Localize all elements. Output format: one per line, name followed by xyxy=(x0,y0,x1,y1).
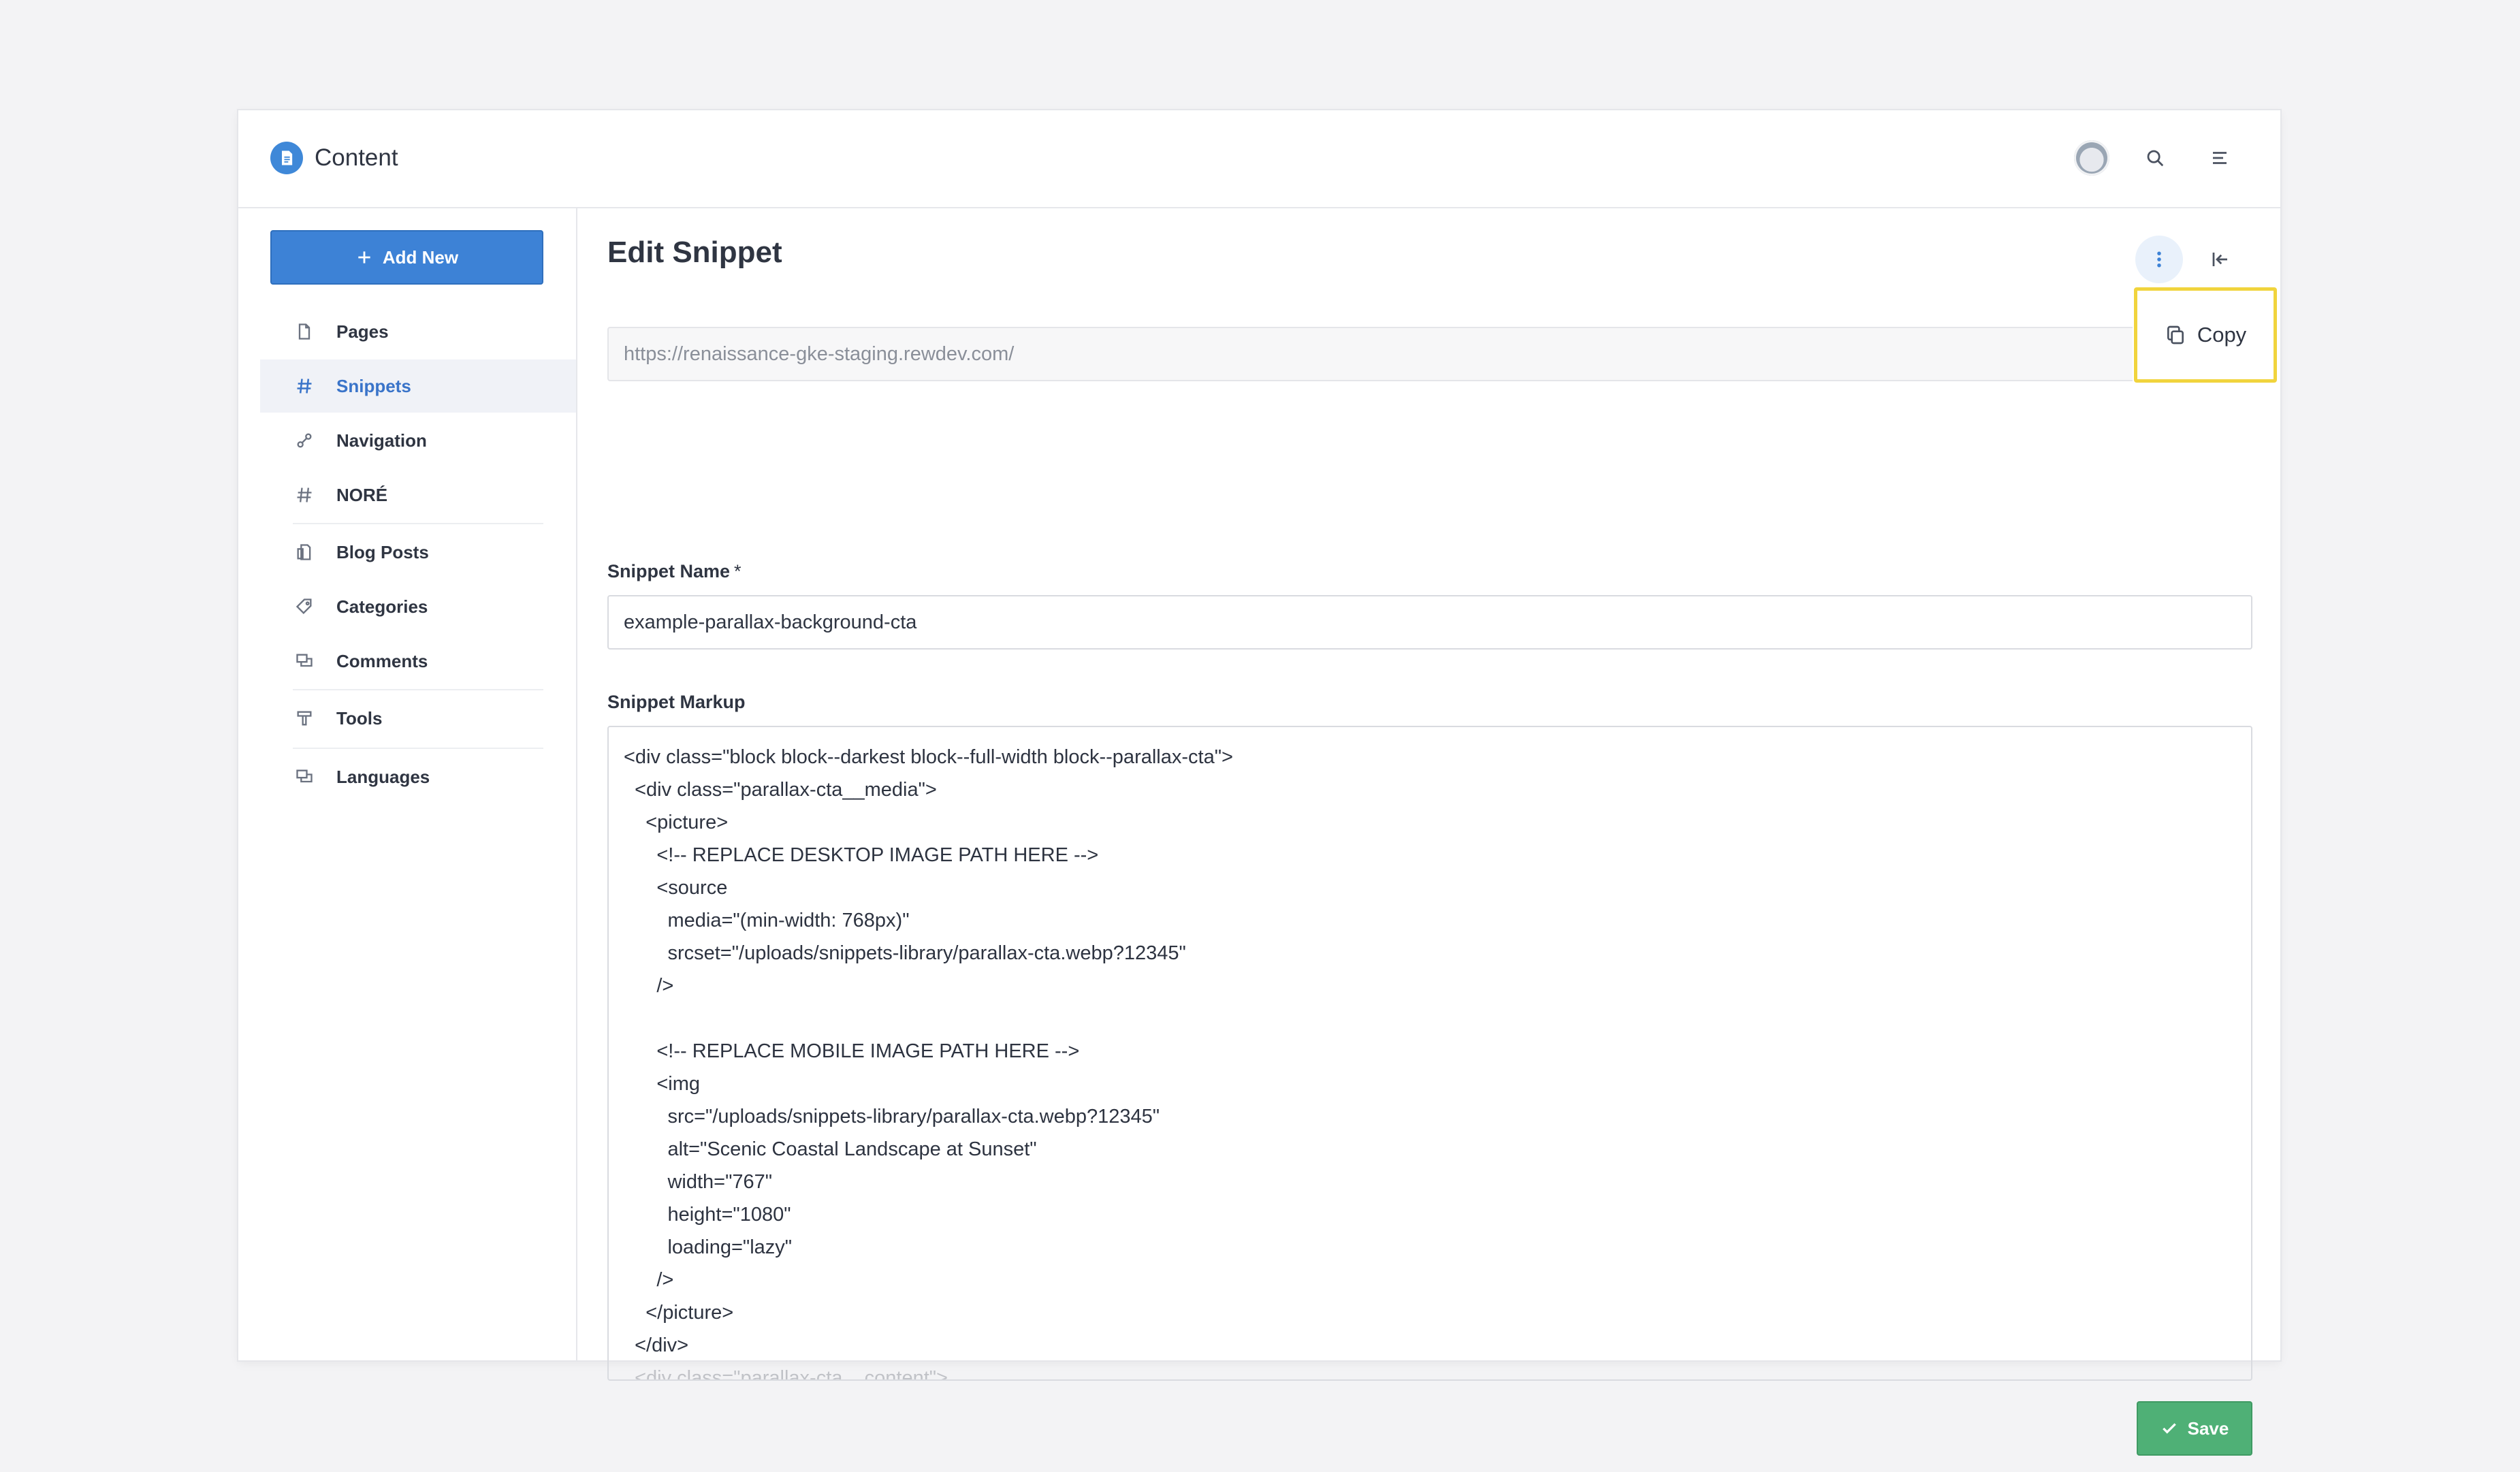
snippet-markup-editor[interactable]: <div class="block block--darkest block--… xyxy=(607,726,2252,1381)
sidebar-item-label: Blog Posts xyxy=(336,541,429,562)
sidebar-item-pages[interactable]: Pages xyxy=(260,305,576,358)
snippet-markup-label: Snippet Markup xyxy=(607,692,746,712)
sidebar-item-label: Languages xyxy=(336,766,430,787)
menu-icon[interactable] xyxy=(2203,142,2236,174)
code-line: <!-- REPLACE DESKTOP IMAGE PATH HERE --> xyxy=(624,844,1099,866)
code-line: <source xyxy=(624,877,728,899)
sidebar-item-label: Categories xyxy=(336,596,428,617)
sidebar-item-label: Comments xyxy=(336,650,428,671)
code-line: <img xyxy=(624,1073,701,1095)
code-line: height="1080" xyxy=(624,1204,791,1226)
sidebar-item-comments[interactable]: Comments xyxy=(260,635,576,688)
top-bar: Content xyxy=(238,110,2280,208)
hash-icon xyxy=(293,483,316,507)
sidebar-item-snippets[interactable]: Snippets xyxy=(260,359,576,413)
copy-menu-item[interactable]: Copy xyxy=(2134,287,2277,383)
user-avatar[interactable] xyxy=(2074,140,2109,176)
plus-icon xyxy=(358,251,370,263)
sidebar-item-label: Snippets xyxy=(336,375,411,396)
code-line: /> xyxy=(624,975,674,997)
add-new-button[interactable]: Add New xyxy=(270,230,543,285)
code-line: /> xyxy=(624,1269,674,1291)
page-title: Edit Snippet xyxy=(607,236,782,269)
page-icon xyxy=(293,320,316,343)
search-icon[interactable] xyxy=(2139,142,2171,174)
hash-icon xyxy=(293,374,316,398)
sidebar-item-label: Tools xyxy=(336,707,383,729)
languages-icon xyxy=(293,765,316,788)
sidebar-item-label: Pages xyxy=(336,321,389,342)
code-line: </div> xyxy=(624,1334,689,1356)
sidebar-item-label: Navigation xyxy=(336,430,427,451)
content-logo-icon xyxy=(270,142,303,174)
code-line: srcset="/uploads/snippets-library/parall… xyxy=(624,942,1186,964)
copy-icon xyxy=(2167,325,2184,345)
code-line: <div class="parallax-cta__media"> xyxy=(624,779,937,801)
code-line: width="767" xyxy=(624,1171,773,1193)
comments-icon xyxy=(293,650,316,673)
sidebar-item-blog-posts[interactable]: Blog Posts xyxy=(260,526,576,579)
code-line: <div class="block block--darkest block--… xyxy=(624,746,1233,768)
code-line: media="(min-width: 768px)" xyxy=(624,910,910,931)
snippet-name-input[interactable]: example-parallax-background-cta xyxy=(607,595,2252,650)
sidebar-item-label: NORÉ xyxy=(336,484,388,505)
copy-label: Copy xyxy=(2197,323,2247,347)
code-line: <div class="parallax-cta__content"> xyxy=(624,1367,948,1381)
nav-divider xyxy=(293,689,543,690)
code-line: alt="Scenic Coastal Landscape at Sunset" xyxy=(624,1138,1037,1160)
more-options-button[interactable] xyxy=(2135,236,2183,283)
sidebar: Add New Pages Snippets Navigation NORÉ B… xyxy=(238,208,577,1360)
tag-icon xyxy=(293,595,316,618)
kebab-icon xyxy=(2157,251,2161,268)
sidebar-item-navigation[interactable]: Navigation xyxy=(260,414,576,467)
blog-icon xyxy=(293,541,316,564)
save-label: Save xyxy=(2187,1418,2229,1439)
collapse-left-icon xyxy=(2212,253,2227,266)
nav-divider xyxy=(293,523,543,524)
snippet-name-label: Snippet Name * xyxy=(607,561,741,582)
sidebar-item-tools[interactable]: Tools xyxy=(260,692,576,745)
code-line: loading="lazy" xyxy=(624,1236,793,1258)
required-mark: * xyxy=(734,561,741,581)
add-new-label: Add New xyxy=(382,246,459,268)
collapse-panel-button[interactable] xyxy=(2202,241,2239,278)
code-line: <picture> xyxy=(624,812,729,833)
sidebar-item-nore[interactable]: NORÉ xyxy=(260,468,576,522)
code-line: </picture> xyxy=(624,1302,734,1324)
app-title: Content xyxy=(315,144,398,171)
sidebar-item-languages[interactable]: Languages xyxy=(260,750,576,803)
code-line: src="/uploads/snippets-library/parallax-… xyxy=(624,1106,1160,1127)
check-icon xyxy=(2162,1423,2176,1434)
snippet-name-label-text: Snippet Name xyxy=(607,561,731,581)
tools-icon xyxy=(293,707,316,730)
save-button[interactable]: Save xyxy=(2137,1401,2252,1456)
app-window: Content Add New Pages Snippets Navigatio… xyxy=(238,110,2280,1456)
nav-divider xyxy=(293,748,543,749)
sidebar-item-categories[interactable]: Categories xyxy=(260,580,576,633)
link-icon xyxy=(293,429,316,452)
code-line: <!-- REPLACE MOBILE IMAGE PATH HERE --> xyxy=(624,1040,1080,1062)
url-field[interactable]: https://renaissance-gke-staging.rewdev.c… xyxy=(607,327,2133,381)
main-content: Edit Snippet https://renaissance-gke-sta… xyxy=(577,208,2280,1456)
